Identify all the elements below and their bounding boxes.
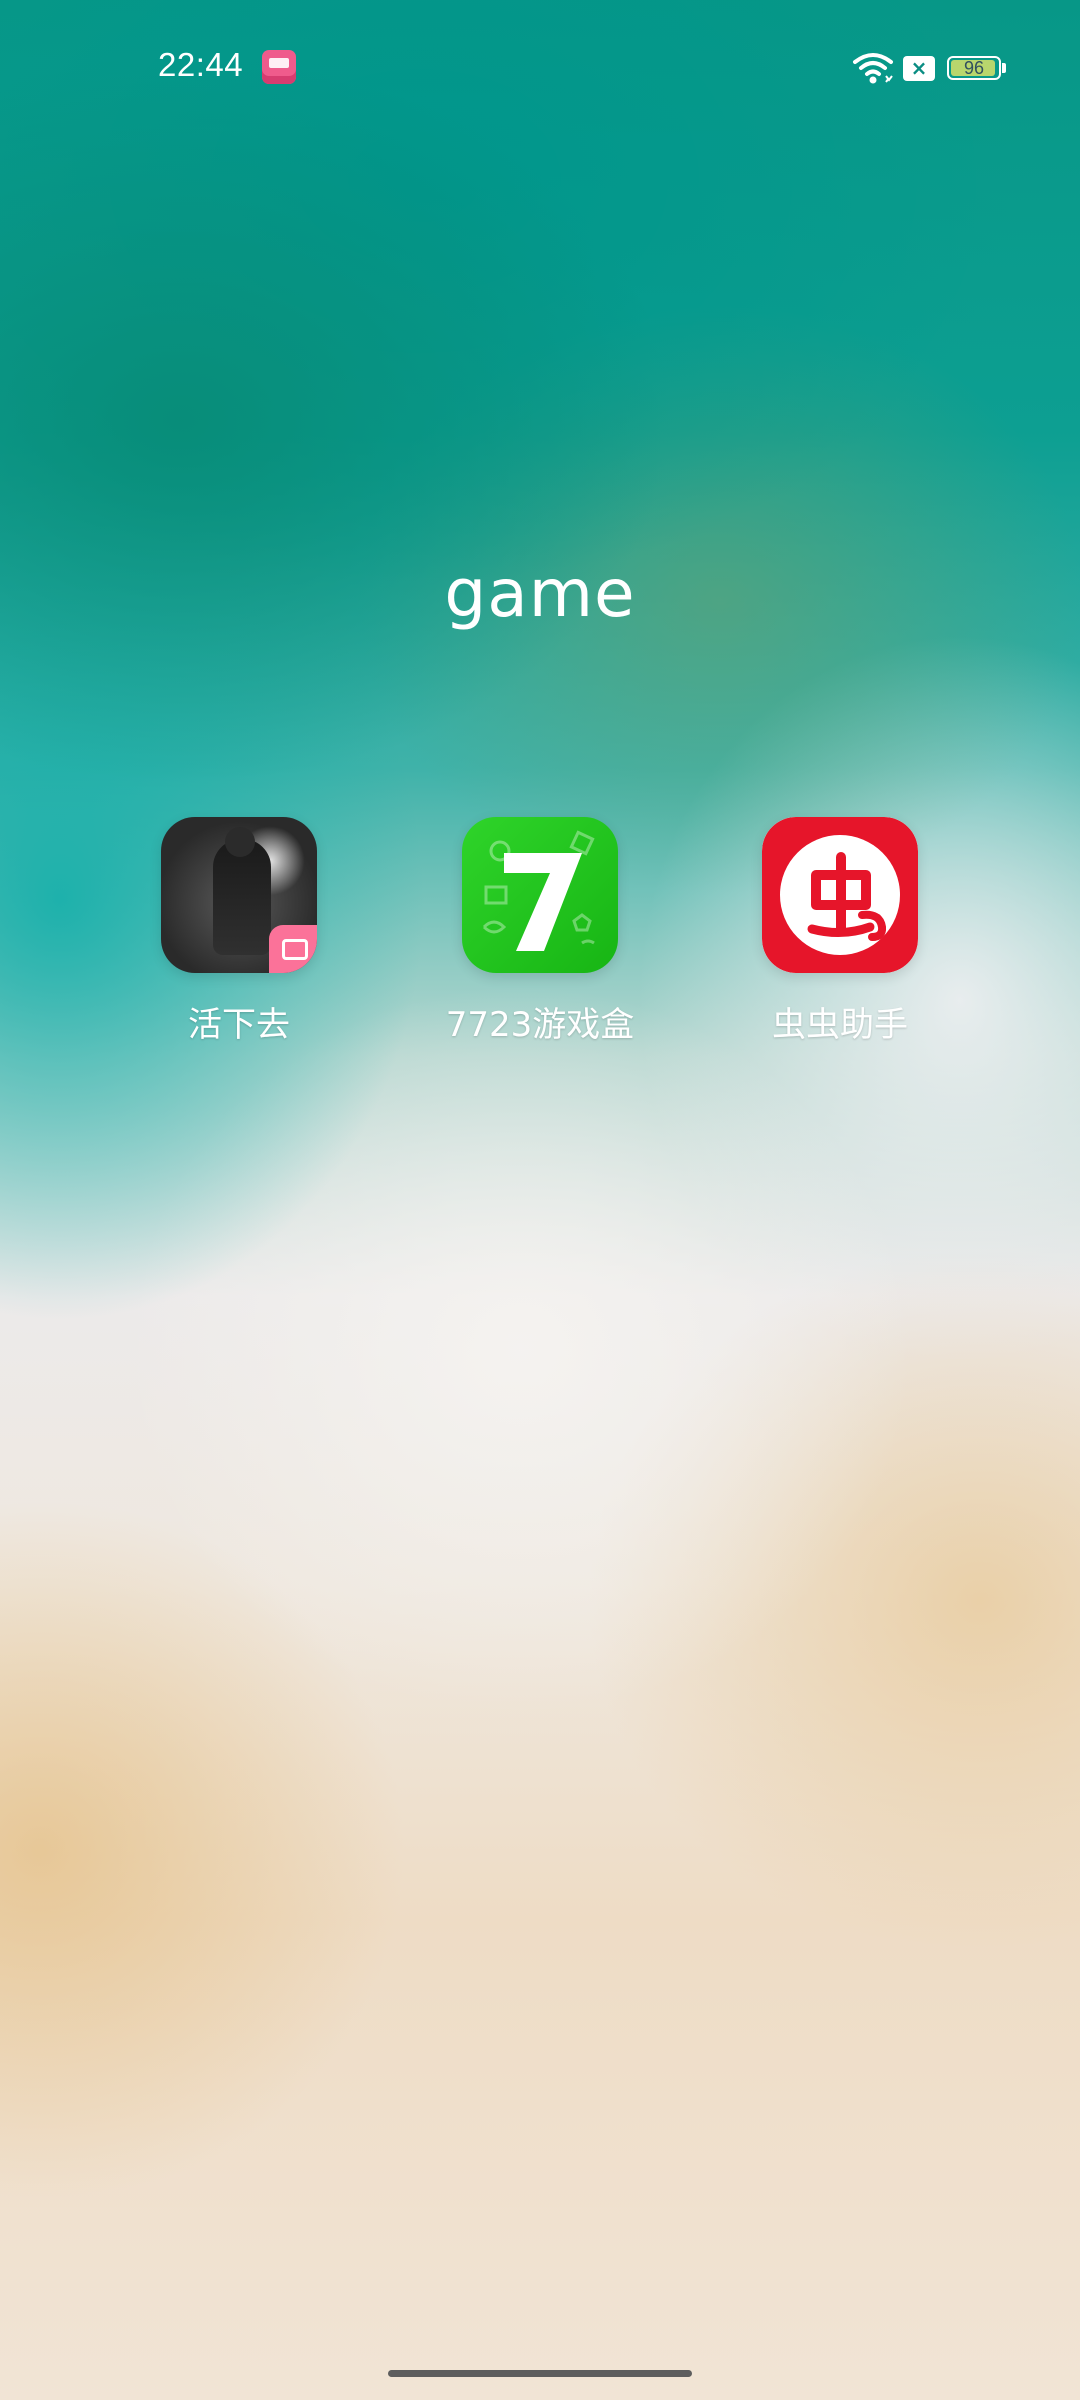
app-huoxiaqu[interactable]: 活下去 <box>119 817 359 1046</box>
battery-level: 96 <box>963 58 985 78</box>
survival-game-icon[interactable] <box>161 817 317 973</box>
battery-cap <box>1002 63 1006 73</box>
battery-icon: 96 <box>947 56 1001 80</box>
app-label-huoxiaqu: 活下去 <box>188 1005 290 1045</box>
bilibili-badge-icon <box>269 925 317 973</box>
seven-logo-icon <box>482 830 595 951</box>
home-indicator[interactable] <box>388 2370 692 2377</box>
app-7723-game-box[interactable]: 7723游戏盒 <box>420 817 660 1046</box>
chongchong-helper-icon[interactable] <box>762 817 918 973</box>
wifi-icon <box>853 53 893 84</box>
7723-game-box-icon[interactable] <box>462 817 618 973</box>
app-chongchong-helper[interactable]: 虫虫助手 <box>720 817 960 1046</box>
no-sim-icon: × <box>903 56 935 81</box>
folder-title[interactable]: game <box>0 555 1080 632</box>
game-character-head <box>225 827 255 857</box>
chongchong-bug-glyph-icon <box>807 852 887 941</box>
app-label-chongchong-helper: 虫虫助手 <box>772 1005 908 1045</box>
app-label-7723-game-box: 7723游戏盒 <box>445 1005 635 1045</box>
status-time: 22:44 <box>158 46 244 83</box>
status-bar: 22:44 × 96 <box>0 0 1080 120</box>
bilibili-notification-icon <box>262 50 296 84</box>
wallpaper <box>0 0 1080 2400</box>
